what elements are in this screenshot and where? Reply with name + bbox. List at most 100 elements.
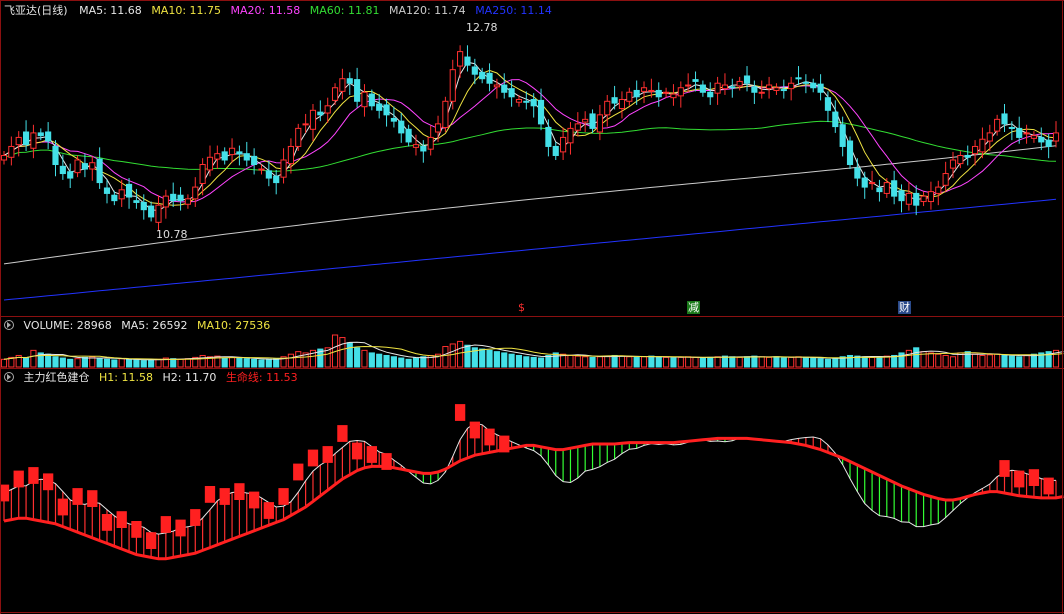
volume-bar-down bbox=[817, 358, 824, 368]
candle-up bbox=[957, 154, 964, 165]
candle-down bbox=[354, 79, 361, 102]
candle-down bbox=[170, 193, 177, 202]
indicator-name[interactable]: 主力红色建仓 bbox=[24, 371, 90, 384]
volume-bar-up bbox=[994, 353, 1001, 368]
candle-up bbox=[1030, 135, 1038, 139]
candle-up bbox=[339, 78, 346, 92]
volume-bar-down bbox=[103, 358, 111, 368]
expand-icon[interactable] bbox=[4, 372, 14, 382]
candle-down bbox=[508, 88, 515, 98]
event-marker-reduce[interactable]: 减 bbox=[687, 301, 700, 314]
volume-bar-down bbox=[390, 356, 397, 368]
volume-bar-down bbox=[707, 356, 714, 368]
volume-bar-down bbox=[501, 352, 508, 368]
buildup-block bbox=[499, 435, 510, 453]
volume-bar-up bbox=[788, 356, 795, 368]
main-panel-divider bbox=[0, 316, 1064, 317]
buildup-block bbox=[28, 467, 39, 484]
volume-bar-down bbox=[133, 359, 140, 368]
candle-down bbox=[405, 128, 412, 143]
candle-down bbox=[221, 151, 228, 161]
candle-down bbox=[780, 89, 787, 92]
candle-down bbox=[964, 154, 971, 158]
volume-bar-up bbox=[663, 356, 670, 368]
volume-bar-up bbox=[883, 355, 890, 368]
stock-title[interactable]: 飞亚达(日线) bbox=[4, 4, 68, 17]
volume-bar-down bbox=[96, 357, 103, 368]
candle-up bbox=[302, 123, 309, 126]
volume-bar-down bbox=[346, 342, 353, 368]
buildup-block bbox=[13, 470, 24, 488]
volume-bar-up bbox=[0, 358, 8, 368]
candle-up bbox=[949, 159, 957, 169]
buildup-block bbox=[322, 446, 333, 463]
volume-bar-down bbox=[832, 357, 839, 368]
volume-bar-down bbox=[1016, 356, 1023, 368]
candle-up bbox=[685, 84, 692, 87]
ma10-line bbox=[3, 69, 1057, 206]
volume-bar-down bbox=[383, 354, 390, 368]
ma120-line bbox=[3, 145, 1057, 265]
candle-up bbox=[567, 127, 574, 144]
candle-down bbox=[913, 192, 920, 206]
candle-down bbox=[59, 165, 66, 175]
volume-bar-up bbox=[905, 349, 912, 368]
candle-up bbox=[184, 198, 191, 205]
candle-down bbox=[103, 187, 111, 194]
volume-bar-up bbox=[442, 346, 449, 368]
event-marker-dividend[interactable]: $ bbox=[517, 301, 526, 314]
buildup-block bbox=[293, 463, 304, 481]
candle-up bbox=[427, 136, 434, 150]
ma20-line bbox=[3, 79, 1057, 203]
candle-up bbox=[883, 182, 890, 194]
volume-bar-down bbox=[493, 351, 500, 368]
volume-bar-up bbox=[927, 352, 935, 368]
volume-bar-up bbox=[640, 356, 648, 368]
candle-up bbox=[905, 192, 912, 205]
volume-bar-up bbox=[685, 356, 692, 368]
candle-down bbox=[148, 205, 155, 218]
candle-down bbox=[707, 91, 714, 98]
volume-bar-up bbox=[339, 337, 346, 368]
volume-bar-down bbox=[633, 356, 640, 368]
volume-bar-down bbox=[743, 356, 751, 368]
candle-down bbox=[501, 84, 508, 93]
candle-down bbox=[398, 120, 405, 134]
candle-up bbox=[869, 182, 876, 185]
buildup-block bbox=[175, 519, 186, 537]
candle-down bbox=[273, 175, 280, 184]
event-marker-finance[interactable]: 财 bbox=[898, 301, 911, 314]
buildup-block bbox=[307, 449, 319, 467]
candle-up bbox=[30, 132, 37, 149]
candle-up bbox=[604, 100, 611, 116]
candle-up bbox=[74, 159, 81, 174]
buildup-block bbox=[204, 486, 216, 503]
volume-bar-up bbox=[184, 358, 191, 368]
candle-up bbox=[162, 195, 169, 208]
volume-bar-down bbox=[464, 344, 471, 368]
candle-up bbox=[457, 51, 464, 67]
buildup-block bbox=[87, 490, 98, 507]
expand-icon[interactable] bbox=[4, 320, 14, 330]
volume-bar-down bbox=[545, 354, 552, 368]
candle-down bbox=[898, 190, 905, 202]
volume-bar-up bbox=[228, 356, 236, 368]
candle-up bbox=[773, 87, 780, 91]
buildup-block bbox=[234, 483, 245, 500]
volume-bar-down bbox=[824, 358, 832, 368]
candle-down bbox=[1038, 136, 1045, 143]
candle-down bbox=[111, 194, 118, 202]
candle-down bbox=[1001, 113, 1008, 125]
high-price-label: 12.78 bbox=[466, 21, 498, 34]
candle-up bbox=[412, 144, 420, 148]
candle-up bbox=[118, 189, 125, 200]
volume-bar-down bbox=[368, 352, 375, 368]
volume-bar-up bbox=[582, 356, 589, 368]
candle-down bbox=[52, 145, 59, 166]
buildup-block bbox=[160, 516, 171, 533]
candle-up bbox=[979, 138, 986, 153]
volume-bar-down bbox=[515, 354, 523, 368]
candle-up bbox=[493, 84, 500, 88]
candle-up bbox=[663, 91, 670, 94]
volume-bar-down bbox=[648, 355, 655, 368]
